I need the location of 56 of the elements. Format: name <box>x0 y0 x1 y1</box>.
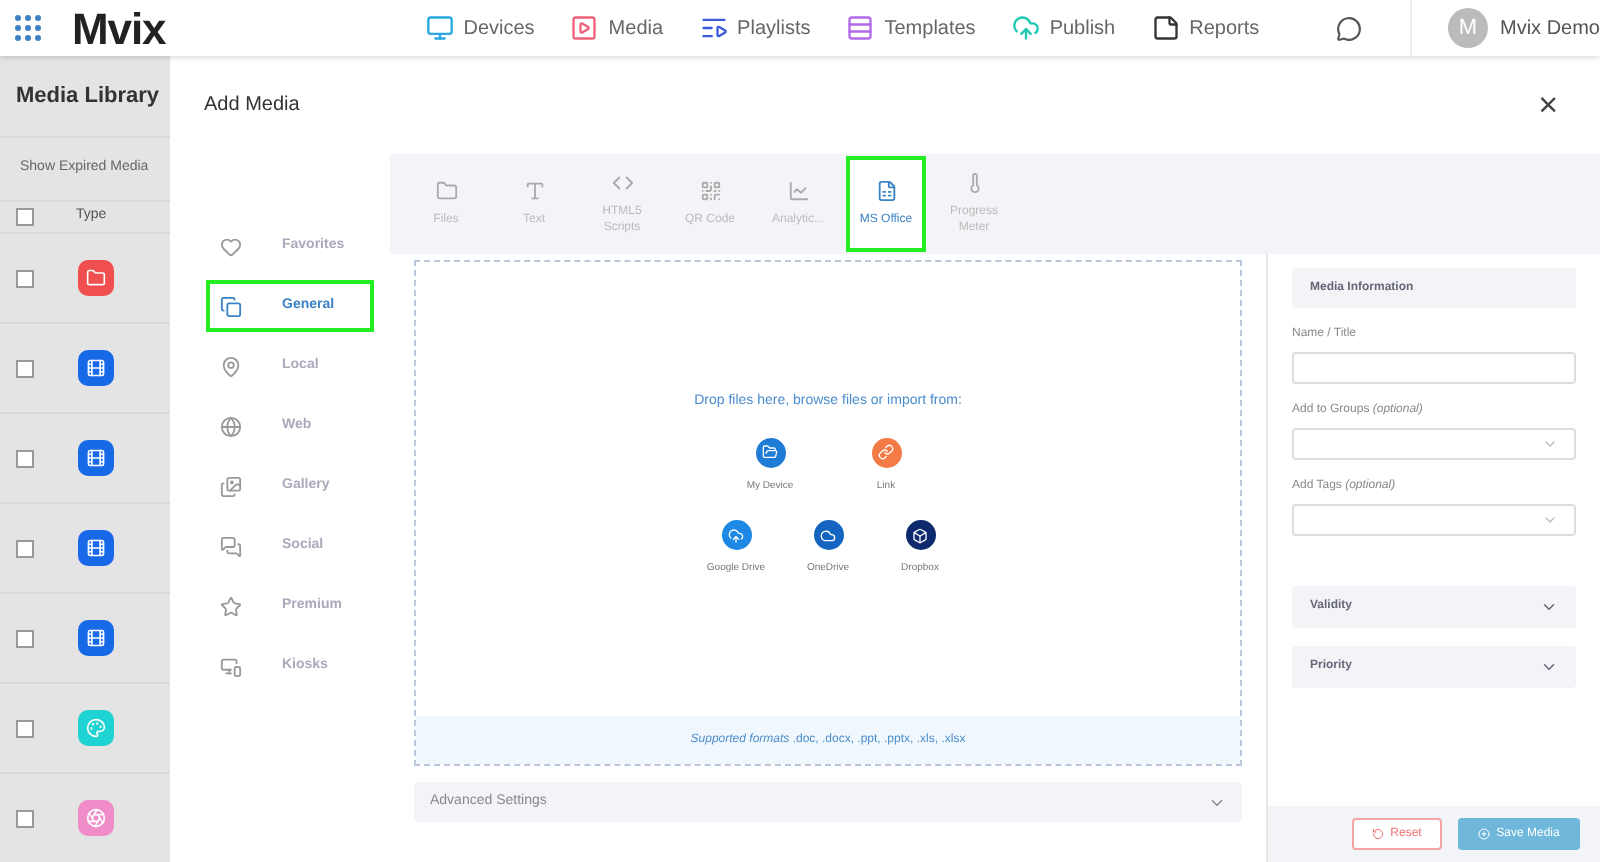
nav-link[interactable]: Devices <box>425 13 535 43</box>
nav-link[interactable]: Reports <box>1151 13 1260 43</box>
dialog-title: Add Media <box>204 92 300 120</box>
copy-icon <box>220 295 242 317</box>
kiosk-icon <box>220 655 242 677</box>
qr-code-icon <box>699 180 721 202</box>
chevron-icon <box>1540 598 1558 616</box>
heart-icon <box>220 235 242 257</box>
chevron-icon <box>1540 658 1558 676</box>
document-icon <box>875 180 897 202</box>
row-checkbox[interactable] <box>16 449 34 467</box>
folder-icon <box>762 444 778 460</box>
row-checkbox[interactable] <box>16 539 34 557</box>
nav-link[interactable]: Playlists <box>699 13 811 43</box>
row-checkbox[interactable] <box>16 629 34 647</box>
select-field[interactable] <box>1292 504 1576 536</box>
film-icon <box>86 358 106 378</box>
input-field[interactable] <box>1292 352 1576 384</box>
row-checkbox[interactable] <box>16 359 34 377</box>
nav-link[interactable]: Templates <box>846 13 976 43</box>
logo[interactable]: Mvix <box>72 0 166 61</box>
checkbox[interactable] <box>16 207 34 226</box>
library-title: Media Library <box>14 81 162 112</box>
images-icon <box>220 475 242 497</box>
user-name[interactable]: Mvix Demo <box>1499 13 1600 43</box>
drive-icon <box>728 527 744 543</box>
chat-icon[interactable] <box>1335 15 1362 41</box>
code-icon <box>611 172 633 194</box>
palette-icon <box>86 718 106 738</box>
chat-icon <box>220 535 242 557</box>
select-field[interactable] <box>1292 428 1576 460</box>
star-icon <box>220 595 242 617</box>
row-checkbox[interactable] <box>16 269 34 287</box>
text-icon <box>523 180 545 202</box>
chevron-icon <box>1542 436 1558 452</box>
film-icon <box>86 448 106 468</box>
folder-icon <box>86 268 106 288</box>
film-icon <box>86 538 106 558</box>
folder-icon <box>435 180 457 202</box>
globe-icon <box>220 415 242 437</box>
cloud-icon <box>820 527 836 543</box>
film-icon <box>86 628 106 648</box>
box-icon <box>912 527 928 543</box>
chart-icon <box>787 180 809 202</box>
nav-link[interactable]: Media <box>570 13 664 43</box>
grid-menu-icon[interactable] <box>14 14 42 42</box>
close-button[interactable]: × <box>1538 88 1558 122</box>
plus-icon <box>1478 828 1491 840</box>
row-checkbox[interactable] <box>16 719 34 737</box>
nav-link[interactable]: Publish <box>1011 13 1116 43</box>
pin-icon <box>220 355 242 377</box>
link-icon <box>878 444 894 460</box>
chevron-icon <box>1542 512 1558 528</box>
row-checkbox[interactable] <box>16 809 34 827</box>
reset-icon <box>1372 828 1385 840</box>
aperture-icon <box>86 808 106 828</box>
